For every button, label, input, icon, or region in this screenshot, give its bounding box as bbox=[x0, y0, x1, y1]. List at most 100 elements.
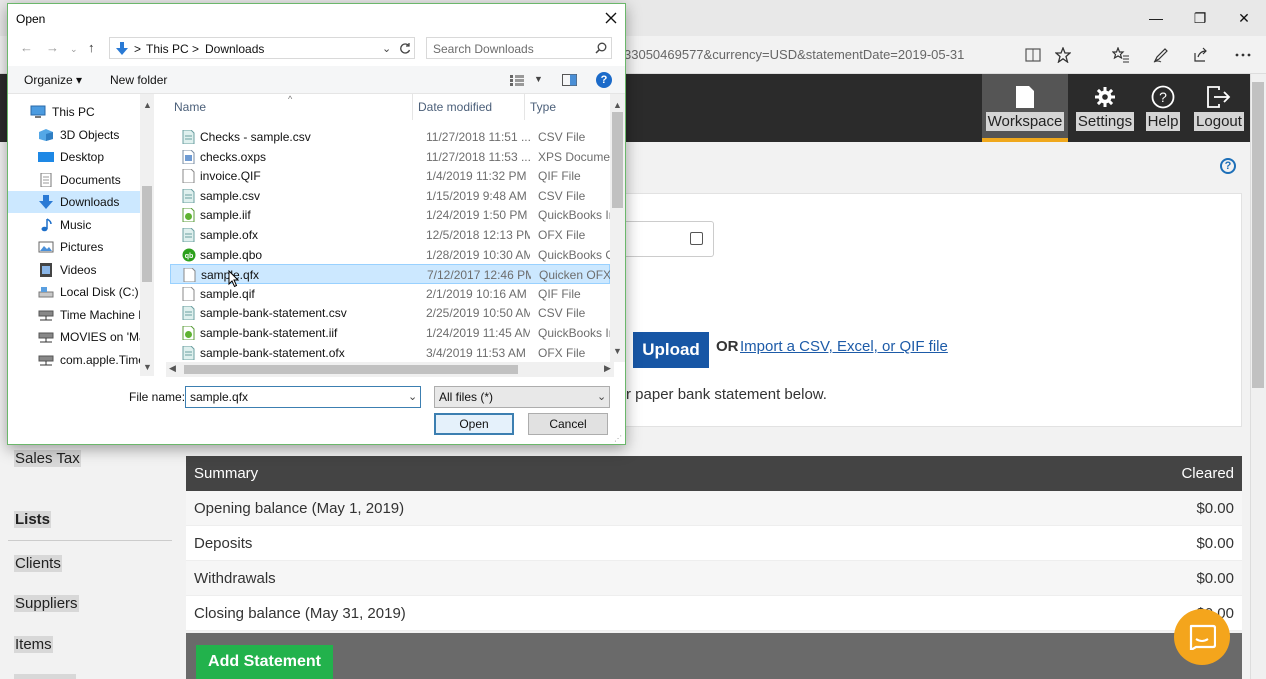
nav-logout-label: Logout bbox=[1194, 112, 1244, 131]
column-name-header[interactable]: Name bbox=[174, 94, 206, 120]
tree-item-pictures[interactable]: Pictures bbox=[8, 236, 140, 258]
row-value: $0.00 bbox=[1196, 534, 1234, 552]
tree-item-com-apple-time[interactable]: com.apple.Time bbox=[8, 349, 140, 371]
nav-workspace[interactable]: Workspace bbox=[982, 74, 1068, 142]
nav-workspace-label: Workspace bbox=[985, 112, 1065, 131]
back-arrow-icon[interactable]: ← bbox=[20, 40, 33, 55]
nav-settings[interactable]: Settings bbox=[1075, 74, 1135, 142]
add-statement-button[interactable]: Add Statement bbox=[196, 645, 333, 679]
tree-item-desktop[interactable]: Desktop bbox=[8, 146, 140, 168]
tree-scroll-thumb[interactable] bbox=[142, 186, 152, 282]
address-breadcrumb[interactable]: > This PC > Downloads ⌄ bbox=[109, 37, 415, 59]
favorite-star-icon[interactable] bbox=[1052, 44, 1074, 66]
breadcrumb-downloads[interactable]: Downloads bbox=[205, 42, 264, 56]
recent-chevron-icon[interactable]: ⌄ bbox=[70, 44, 78, 55]
file-row[interactable]: sample.ofx 12/5/2018 12:13 PM OFX File bbox=[170, 225, 610, 245]
tree-label: Downloads bbox=[60, 195, 120, 209]
csv-file-icon bbox=[182, 305, 195, 321]
sidebar-item-items[interactable]: Items bbox=[14, 636, 53, 653]
scroll-up-icon[interactable]: ▲ bbox=[613, 100, 622, 110]
calendar-icon[interactable] bbox=[690, 232, 703, 245]
sidebar-item-sales-tax[interactable]: Sales Tax bbox=[14, 450, 81, 467]
reading-view-icon[interactable] bbox=[1022, 44, 1044, 66]
or-text: OR bbox=[716, 338, 739, 355]
tree-item-movies[interactable]: MOVIES on 'Mac bbox=[8, 326, 140, 348]
view-options-icon[interactable] bbox=[510, 75, 524, 86]
column-date-header[interactable]: Date modified bbox=[418, 94, 492, 120]
column-type-header[interactable]: Type bbox=[530, 94, 556, 120]
paper-statement-text: r paper bank statement below. bbox=[626, 386, 827, 403]
tree-item-videos[interactable]: Videos bbox=[8, 259, 140, 281]
file-type: OFX File bbox=[538, 345, 586, 360]
column-separator[interactable] bbox=[412, 94, 413, 120]
close-window-button[interactable]: ✕ bbox=[1222, 0, 1266, 36]
sidebar-item-clients[interactable]: Clients bbox=[14, 555, 62, 572]
refresh-icon[interactable] bbox=[399, 42, 411, 54]
address-dropdown-icon[interactable]: ⌄ bbox=[382, 42, 391, 55]
upload-button[interactable]: Upload bbox=[633, 332, 709, 368]
scroll-right-icon[interactable]: ▶ bbox=[604, 363, 611, 374]
cancel-button[interactable]: Cancel bbox=[528, 413, 608, 435]
tree-item-downloads[interactable]: Downloads bbox=[8, 191, 140, 213]
file-row[interactable]: sample-bank-statement.ofx 3/4/2019 11:53 … bbox=[170, 343, 610, 363]
new-folder-button[interactable]: New folder bbox=[110, 73, 167, 87]
view-dropdown-icon[interactable]: ▼ bbox=[534, 74, 543, 84]
address-bar-url[interactable]: 33050469577&currency=USD&statementDate=2… bbox=[624, 47, 964, 62]
breadcrumb-this-pc[interactable]: This PC bbox=[146, 42, 189, 56]
open-button[interactable]: Open bbox=[434, 413, 514, 435]
file-type-select[interactable]: All files (*) ⌄ bbox=[434, 386, 610, 408]
import-file-link[interactable]: Import a CSV, Excel, or QIF file bbox=[740, 338, 948, 355]
search-input[interactable]: Search Downloads bbox=[426, 37, 612, 59]
dialog-help-icon[interactable]: ? bbox=[596, 72, 612, 88]
file-row[interactable]: sample-bank-statement.iif 1/24/2019 11:45… bbox=[170, 323, 616, 343]
dialog-close-button[interactable] bbox=[602, 9, 620, 27]
organize-button[interactable]: Organize ▾ bbox=[24, 73, 82, 87]
up-arrow-icon[interactable]: ↑ bbox=[88, 40, 95, 55]
file-name-dropdown-icon[interactable]: ⌄ bbox=[408, 390, 417, 403]
tree-item-3d-objects[interactable]: 3D Objects bbox=[8, 124, 140, 146]
file-list-vscroll-thumb[interactable] bbox=[612, 112, 623, 208]
preview-pane-icon[interactable] bbox=[562, 74, 577, 86]
file-row[interactable]: checks.oxps 11/27/2018 11:53 ... XPS Docum… bbox=[170, 147, 616, 167]
file-row[interactable]: qb sample.qbo 1/28/2019 10:30 AM QuickBooks… bbox=[170, 245, 616, 265]
resize-grip-icon[interactable]: ⋰ bbox=[614, 434, 622, 443]
tree-item-time-machine[interactable]: Time Machine B bbox=[8, 304, 140, 326]
scroll-down-icon[interactable]: ▼ bbox=[613, 346, 622, 356]
tree-item-local-disk[interactable]: Local Disk (C:) bbox=[8, 281, 140, 303]
file-date: 11/27/2018 11:51 ... bbox=[426, 130, 530, 144]
minimize-button[interactable]: — bbox=[1134, 0, 1178, 36]
forward-arrow-icon[interactable]: → bbox=[46, 40, 59, 55]
tree-item-this-pc[interactable]: This PC bbox=[8, 101, 140, 123]
tree-label: Documents bbox=[60, 173, 121, 187]
nav-help[interactable]: ? Help bbox=[1142, 74, 1184, 142]
scroll-left-icon[interactable]: ◀ bbox=[169, 363, 176, 374]
nav-logout[interactable]: Logout bbox=[1192, 74, 1246, 142]
chat-launcher[interactable] bbox=[1174, 609, 1230, 665]
tree-item-documents[interactable]: Documents bbox=[8, 169, 140, 191]
sidebar-item-suppliers[interactable]: Suppliers bbox=[14, 595, 79, 612]
tree-scroll-up-icon[interactable]: ▲ bbox=[143, 100, 152, 110]
file-row[interactable]: sample.iif 1/24/2019 1:50 PM QuickBooks Im… bbox=[170, 205, 616, 225]
help-icon[interactable]: ? bbox=[1220, 158, 1236, 174]
file-row[interactable]: sample.csv 1/15/2019 9:48 AM CSV File bbox=[170, 186, 610, 206]
restore-button[interactable]: ❐ bbox=[1178, 0, 1222, 36]
column-separator[interactable] bbox=[524, 94, 525, 120]
svg-text:?: ? bbox=[1159, 89, 1167, 105]
favorites-hub-icon[interactable] bbox=[1110, 44, 1132, 66]
file-row[interactable]: invoice.QIF 1/4/2019 11:32 PM QIF File bbox=[170, 166, 610, 186]
tree-scroll-down-icon[interactable]: ▼ bbox=[143, 362, 152, 372]
pen-icon[interactable] bbox=[1150, 44, 1172, 66]
row-label: Closing balance (May 31, 2019) bbox=[194, 604, 406, 622]
file-name-input[interactable] bbox=[185, 386, 421, 408]
tree-scrollbar[interactable]: ▲ ▼ bbox=[140, 94, 154, 376]
file-date: 3/4/2019 11:53 AM bbox=[426, 345, 526, 360]
more-icon[interactable] bbox=[1232, 44, 1254, 66]
file-type: QuickBooks Imp bbox=[538, 208, 616, 223]
file-row[interactable]: sample-bank-statement.csv 2/25/2019 10:50… bbox=[170, 303, 610, 323]
tree-item-music[interactable]: Music bbox=[8, 214, 140, 236]
page-scrollbar-thumb[interactable] bbox=[1252, 82, 1264, 388]
sidebar-item-partial[interactable] bbox=[14, 674, 76, 679]
file-list-hscroll-thumb[interactable] bbox=[184, 365, 518, 374]
share-icon[interactable] bbox=[1190, 44, 1212, 66]
file-row[interactable]: Checks - sample.csv 11/27/2018 11:51 ... C… bbox=[170, 127, 610, 147]
